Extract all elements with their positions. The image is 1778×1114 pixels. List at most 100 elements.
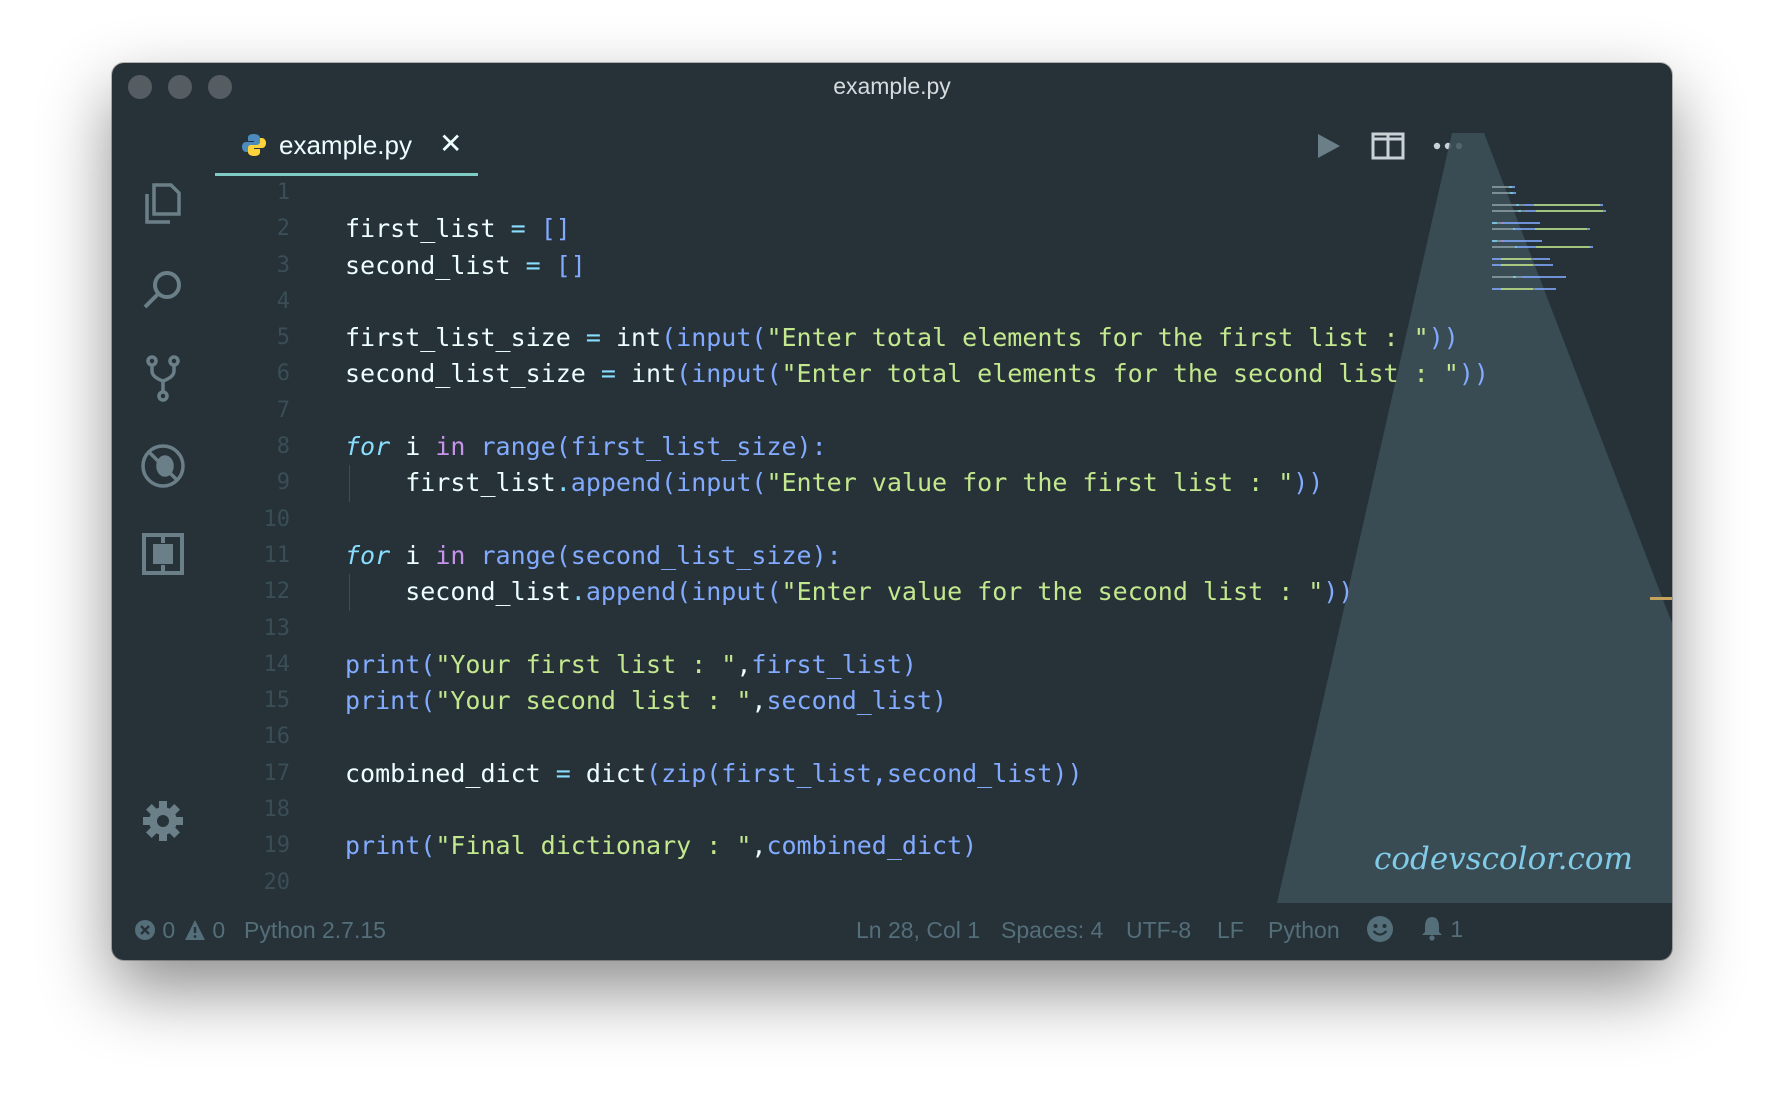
minimap-line (1492, 282, 1652, 285)
code-line[interactable]: print("Your first list : ",first_list) (345, 647, 1445, 683)
code-token: i (390, 432, 436, 462)
minimap-token (1492, 228, 1513, 230)
minimap-line (1492, 270, 1652, 273)
minimap-token (1534, 264, 1553, 266)
end-of-line[interactable]: LF (1217, 917, 1244, 944)
minimap-line (1492, 222, 1652, 225)
code-token: combined_dict) (766, 831, 978, 861)
tab-label: example.py (279, 130, 412, 160)
python-interpreter[interactable]: Python 2.7.15 (244, 917, 386, 944)
warnings-indicator[interactable]: 0 (184, 917, 225, 944)
minimap-line (1492, 186, 1652, 189)
code-token: = (585, 323, 616, 353)
code-token: = (510, 214, 541, 244)
minimap-line (1492, 228, 1652, 231)
minimap-token (1492, 192, 1510, 194)
editor-window: example.py example.py ✕ 1 2 3 4 5 6 7 8 … (112, 63, 1672, 960)
code-token: append(input( (585, 577, 782, 607)
title-bar: example.py (112, 63, 1672, 113)
minimap-token (1534, 204, 1600, 206)
code-line[interactable]: first_list = [] (345, 211, 1445, 247)
line-number: 12 (263, 579, 291, 605)
code-line[interactable] (345, 865, 1445, 901)
code-line[interactable]: second_list = [] (345, 248, 1445, 284)
cursor-position[interactable]: Ln 28, Col 1 (856, 917, 980, 944)
extensions-icon[interactable] (138, 529, 188, 579)
source-control-icon[interactable] (138, 353, 188, 403)
minimap-token (1492, 264, 1501, 266)
tab-example-py[interactable]: example.py ✕ (215, 121, 478, 176)
code-token: i (390, 540, 436, 570)
code-token: in (435, 432, 466, 462)
code-line[interactable]: first_list_size = int(input("Enter total… (345, 320, 1459, 356)
code-token: , (736, 649, 752, 679)
code-token: (input( (676, 359, 782, 389)
minimap-line (1492, 204, 1652, 207)
language-mode[interactable]: Python (1268, 917, 1340, 944)
split-editor-icon[interactable] (1370, 128, 1406, 164)
code-line[interactable] (345, 719, 1445, 755)
code-token: "Your first list : " (435, 649, 737, 679)
minimap-token (1600, 204, 1603, 206)
minimap-token (1525, 210, 1536, 212)
minimap[interactable] (1492, 180, 1652, 290)
line-number: 15 (263, 688, 291, 714)
settings-gear-icon[interactable] (138, 796, 188, 846)
tab-close-icon[interactable]: ✕ (439, 127, 462, 160)
minimap-token (1492, 186, 1509, 188)
warning-icon (185, 920, 205, 940)
code-token: combined_dict (345, 758, 556, 788)
code-token: append(input( (570, 468, 767, 498)
code-token: range(first_list_size): (465, 432, 827, 462)
notifications[interactable]: 1 (1420, 915, 1463, 943)
code-line[interactable] (345, 284, 1445, 320)
code-line[interactable]: second_list.append(input("Enter value fo… (345, 574, 1445, 611)
minimap-token (1492, 210, 1518, 212)
minimap-token (1492, 258, 1501, 260)
more-actions-icon[interactable] (1430, 128, 1466, 164)
activity-bar (112, 113, 212, 903)
line-number: 14 (263, 651, 291, 677)
code-line[interactable]: combined_dict = dict(zip(first_list,seco… (345, 756, 1445, 792)
code-line[interactable]: print("Your second list : ",second_list) (345, 683, 1445, 719)
code-line[interactable]: first_list.append(input("Enter value for… (345, 465, 1445, 502)
line-number: 3 (276, 252, 290, 278)
line-number: 8 (276, 434, 290, 460)
code-token: int (630, 359, 677, 389)
code-line[interactable]: print("Final dictionary : ",combined_dic… (345, 828, 1445, 864)
minimap-line (1492, 294, 1652, 297)
code-token: second_list (345, 577, 571, 607)
code-line[interactable] (345, 611, 1445, 647)
errors-indicator[interactable]: 0 (134, 917, 175, 944)
minimap-line (1492, 192, 1652, 195)
minimap-token (1501, 288, 1533, 290)
code-line[interactable]: for i in range(second_list_size): (345, 538, 1445, 574)
code-token: "Your second list : " (435, 686, 752, 716)
code-token: for (345, 432, 391, 462)
code-token: . (570, 577, 586, 607)
code-line[interactable] (345, 393, 1445, 429)
explorer-icon[interactable] (138, 178, 188, 228)
code-line[interactable] (345, 792, 1445, 828)
indentation[interactable]: Spaces: 4 (1001, 917, 1103, 944)
minimap-line (1492, 264, 1652, 267)
python-file-icon (242, 134, 266, 156)
debug-icon[interactable] (138, 441, 188, 491)
code-line[interactable]: for i in range(first_list_size): (345, 429, 1445, 465)
code-token: print( (345, 686, 436, 716)
line-number: 1 (276, 180, 290, 205)
line-number: 20 (263, 869, 291, 895)
code-line[interactable]: second_list_size = int(input("Enter tota… (345, 356, 1489, 392)
encoding[interactable]: UTF-8 (1126, 917, 1191, 944)
code-line[interactable] (345, 175, 1445, 211)
run-icon[interactable] (1310, 128, 1346, 164)
search-icon[interactable] (138, 266, 188, 316)
minimap-token (1504, 240, 1542, 242)
line-number: 10 (263, 506, 291, 532)
code-editor[interactable]: first_list = [] second_list = [] first_lis… (345, 175, 1489, 901)
code-line[interactable] (345, 502, 1445, 538)
scrollbar-marker (1650, 597, 1672, 600)
feedback-smiley-icon[interactable] (1366, 915, 1394, 949)
bell-icon (1422, 917, 1442, 941)
line-number: 4 (276, 288, 290, 314)
